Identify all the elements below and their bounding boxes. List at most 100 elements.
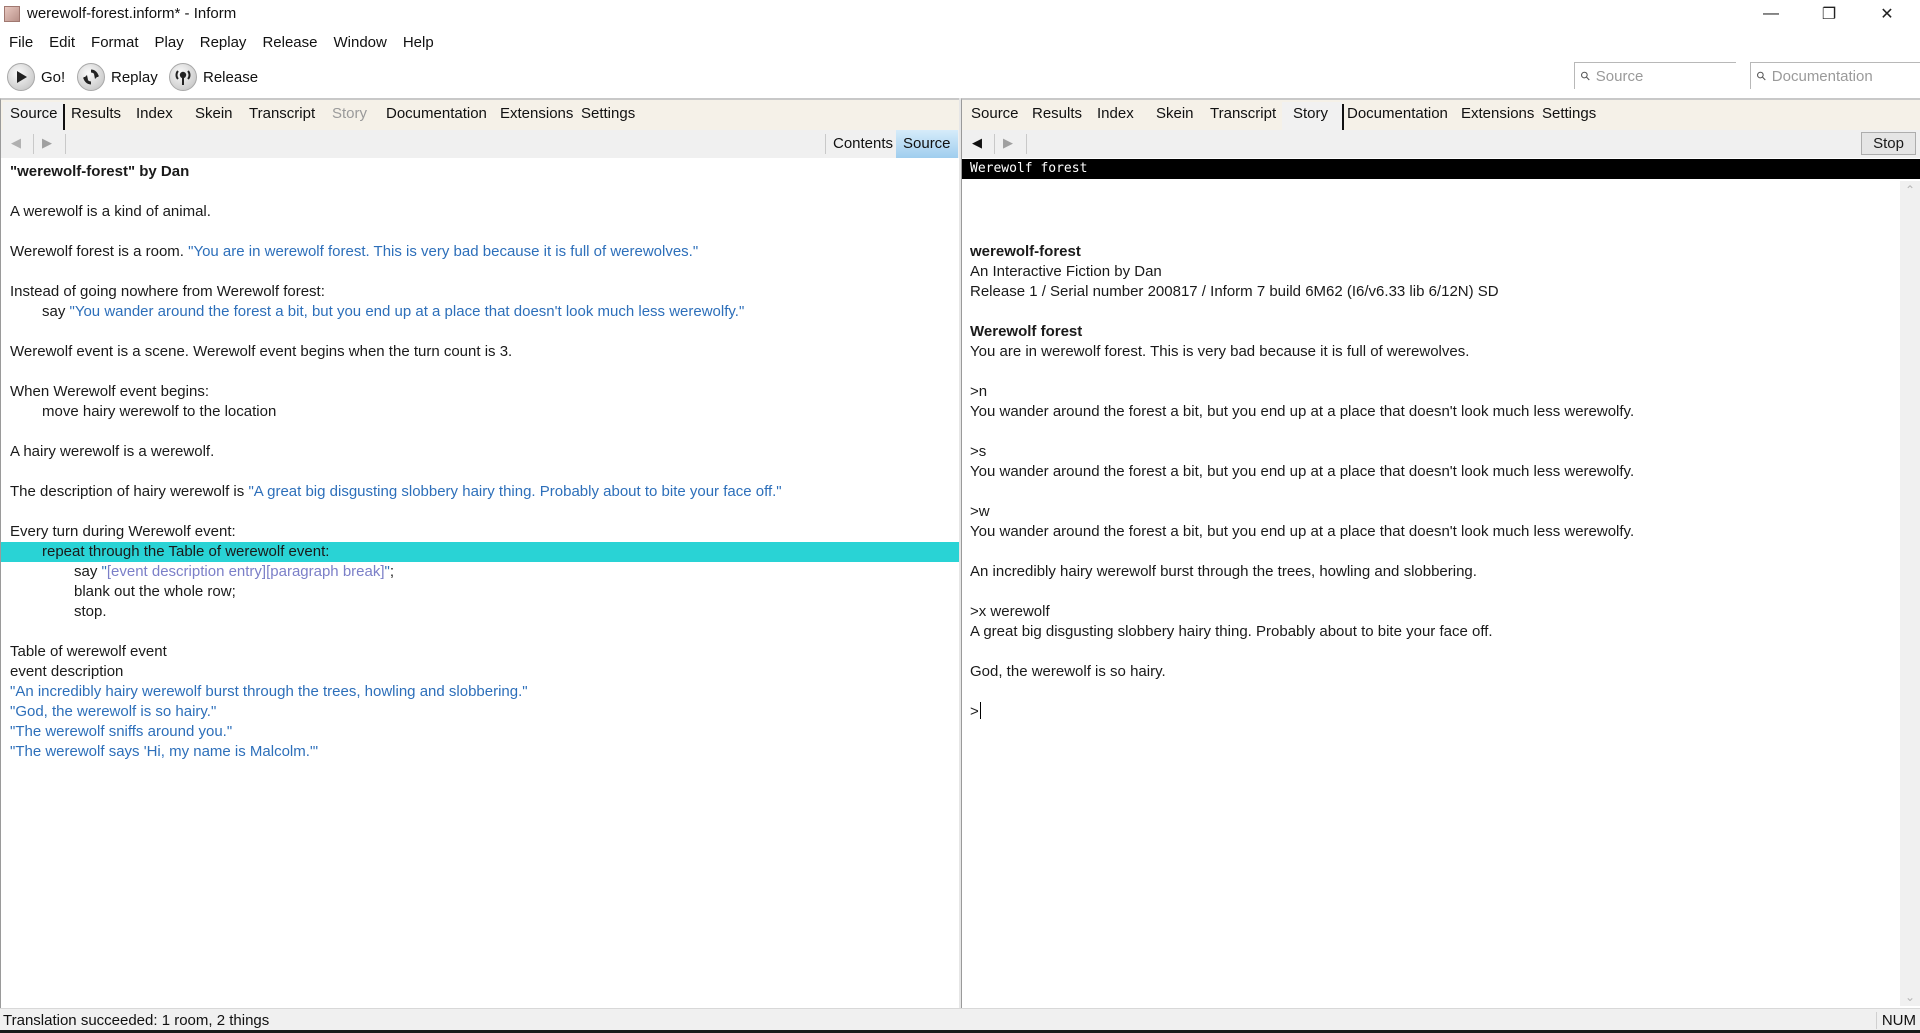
- tab-documentation[interactable]: Documentation: [386, 105, 487, 122]
- source-line: "werewolf-forest" by Dan: [10, 162, 950, 182]
- story-line: [970, 302, 1870, 322]
- story-line: [970, 422, 1870, 442]
- replay-button[interactable]: Replay: [77, 62, 158, 92]
- source-editor[interactable]: "werewolf-forest" by Dan A werewolf is a …: [1, 162, 959, 762]
- story-line: >n: [970, 382, 1870, 402]
- menu-play[interactable]: Play: [155, 30, 184, 56]
- tab-transcript[interactable]: Transcript: [1210, 105, 1276, 122]
- story-line: [970, 362, 1870, 382]
- tab-skein[interactable]: Skein: [1156, 105, 1194, 122]
- story-line: You wander around the forest a bit, but …: [970, 462, 1870, 482]
- story-status-line: Werewolf forest: [962, 159, 1920, 179]
- source-line-highlighted: repeat through the Table of werewolf eve…: [1, 542, 959, 562]
- replay-label: Replay: [111, 68, 158, 86]
- tab-extensions[interactable]: Extensions: [500, 105, 573, 122]
- story-line: God, the werewolf is so hairy.: [970, 662, 1870, 682]
- story-text: >s: [970, 443, 987, 460]
- menu-release[interactable]: Release: [262, 30, 317, 56]
- story-text: werewolf-forest: [970, 243, 1081, 260]
- source-line: Werewolf event is a scene. Werewolf even…: [10, 342, 950, 362]
- stop-button[interactable]: Stop: [1861, 132, 1916, 155]
- story-line: [970, 482, 1870, 502]
- quoted-text: "The werewolf sniffs around you.": [10, 723, 233, 740]
- source-search-placeholder: Source: [1595, 67, 1644, 85]
- tab-source[interactable]: Source: [10, 105, 58, 122]
- left-tab-bar: Source Results Index Skein Transcript St…: [1, 100, 959, 130]
- tab-settings[interactable]: Settings: [1542, 105, 1596, 122]
- contents-button[interactable]: Contents: [826, 130, 900, 158]
- forward-arrow-icon[interactable]: ▶: [42, 135, 52, 151]
- tab-documentation[interactable]: Documentation: [1347, 105, 1448, 122]
- minimize-button[interactable]: —: [1742, 0, 1800, 28]
- source-line: [10, 322, 950, 342]
- tab-index[interactable]: Index: [1097, 105, 1134, 122]
- source-text: stop.: [74, 603, 107, 620]
- maximize-button[interactable]: ❐: [1800, 0, 1858, 28]
- release-label: Release: [203, 68, 259, 86]
- command-prompt[interactable]: >: [970, 702, 1870, 722]
- source-line: When Werewolf event begins:: [10, 382, 950, 402]
- story-line: You are in werewolf forest. This is very…: [970, 342, 1870, 362]
- tab-transcript[interactable]: Transcript: [249, 105, 315, 122]
- story-line: An incredibly hairy werewolf burst throu…: [970, 562, 1870, 582]
- source-text: Table of werewolf event: [10, 643, 167, 660]
- tab-skein[interactable]: Skein: [195, 105, 233, 122]
- source-search-input[interactable]: ⚲ Source: [1574, 62, 1736, 89]
- app-icon: [4, 6, 20, 22]
- go-button[interactable]: Go!: [7, 62, 65, 92]
- tab-index[interactable]: Index: [136, 105, 173, 122]
- release-icon: [169, 63, 197, 91]
- menu-file[interactable]: File: [9, 30, 33, 56]
- source-line: The description of hairy werewolf is "A …: [10, 482, 950, 502]
- source-text: Werewolf forest is a room.: [10, 243, 189, 260]
- scroll-down-icon[interactable]: ⌄: [1900, 990, 1920, 1004]
- source-view-button[interactable]: Source: [896, 130, 958, 158]
- menu-format[interactable]: Format: [91, 30, 139, 56]
- back-arrow-icon[interactable]: ◀: [11, 135, 21, 151]
- close-button[interactable]: ✕: [1858, 0, 1916, 28]
- story-text: Release 1 / Serial number 200817 / Infor…: [970, 283, 1499, 300]
- source-line: [10, 422, 950, 442]
- left-panel: Source Results Index Skein Transcript St…: [0, 98, 959, 1008]
- tab-results[interactable]: Results: [1032, 105, 1082, 122]
- story-text: An Interactive Fiction by Dan: [970, 263, 1162, 280]
- release-button[interactable]: Release: [169, 62, 258, 92]
- tab-source[interactable]: Source: [971, 105, 1019, 122]
- source-line: event description: [10, 662, 950, 682]
- quoted-text: "God, the werewolf is so hairy.": [10, 703, 217, 720]
- search-icon: ⚲: [1753, 67, 1770, 85]
- tab-settings[interactable]: Settings: [581, 105, 635, 122]
- menu-replay[interactable]: Replay: [200, 30, 247, 56]
- source-line: blank out the whole row;: [10, 582, 950, 602]
- tab-results[interactable]: Results: [71, 105, 121, 122]
- menu-help[interactable]: Help: [403, 30, 434, 56]
- documentation-search-input[interactable]: ⚲ Documentation: [1750, 62, 1920, 89]
- story-text: Werewolf forest: [970, 323, 1083, 340]
- quoted-text: "The werewolf says 'Hi, my name is Malco…: [10, 743, 319, 760]
- menu-window[interactable]: Window: [333, 30, 386, 56]
- tab-story[interactable]: Story: [1293, 105, 1328, 122]
- tab-story[interactable]: Story: [332, 105, 367, 122]
- source-text: Werewolf event is a scene. Werewolf even…: [10, 343, 513, 360]
- story-line: >s: [970, 442, 1870, 462]
- scroll-up-icon[interactable]: ⌃: [1900, 183, 1920, 197]
- text-cursor: [979, 702, 981, 719]
- go-label: Go!: [41, 68, 66, 86]
- story-text: An incredibly hairy werewolf burst throu…: [970, 563, 1477, 580]
- quoted-text: "You are in werewolf forest. This is ver…: [188, 243, 699, 260]
- source-line: [10, 182, 950, 202]
- story-text: You are in werewolf forest. This is very…: [970, 343, 1470, 360]
- forward-arrow-icon[interactable]: ▶: [1003, 135, 1013, 151]
- menu-edit[interactable]: Edit: [49, 30, 75, 56]
- right-panel: Source Results Index Skein Transcript St…: [961, 98, 1920, 1008]
- story-text: You wander around the forest a bit, but …: [970, 463, 1635, 480]
- story-line: >w: [970, 502, 1870, 522]
- window-title: werewolf-forest.inform* - Inform: [27, 5, 237, 22]
- back-arrow-icon[interactable]: ◀: [972, 135, 982, 151]
- close-icon: ✕: [1880, 6, 1894, 23]
- documentation-search-placeholder: Documentation: [1771, 67, 1873, 85]
- tab-extensions[interactable]: Extensions: [1461, 105, 1534, 122]
- story-scrollbar[interactable]: ⌃ ⌄: [1900, 181, 1920, 1006]
- story-transcript[interactable]: werewolf-forest An Interactive Fiction by…: [970, 242, 1870, 722]
- source-line: [10, 262, 950, 282]
